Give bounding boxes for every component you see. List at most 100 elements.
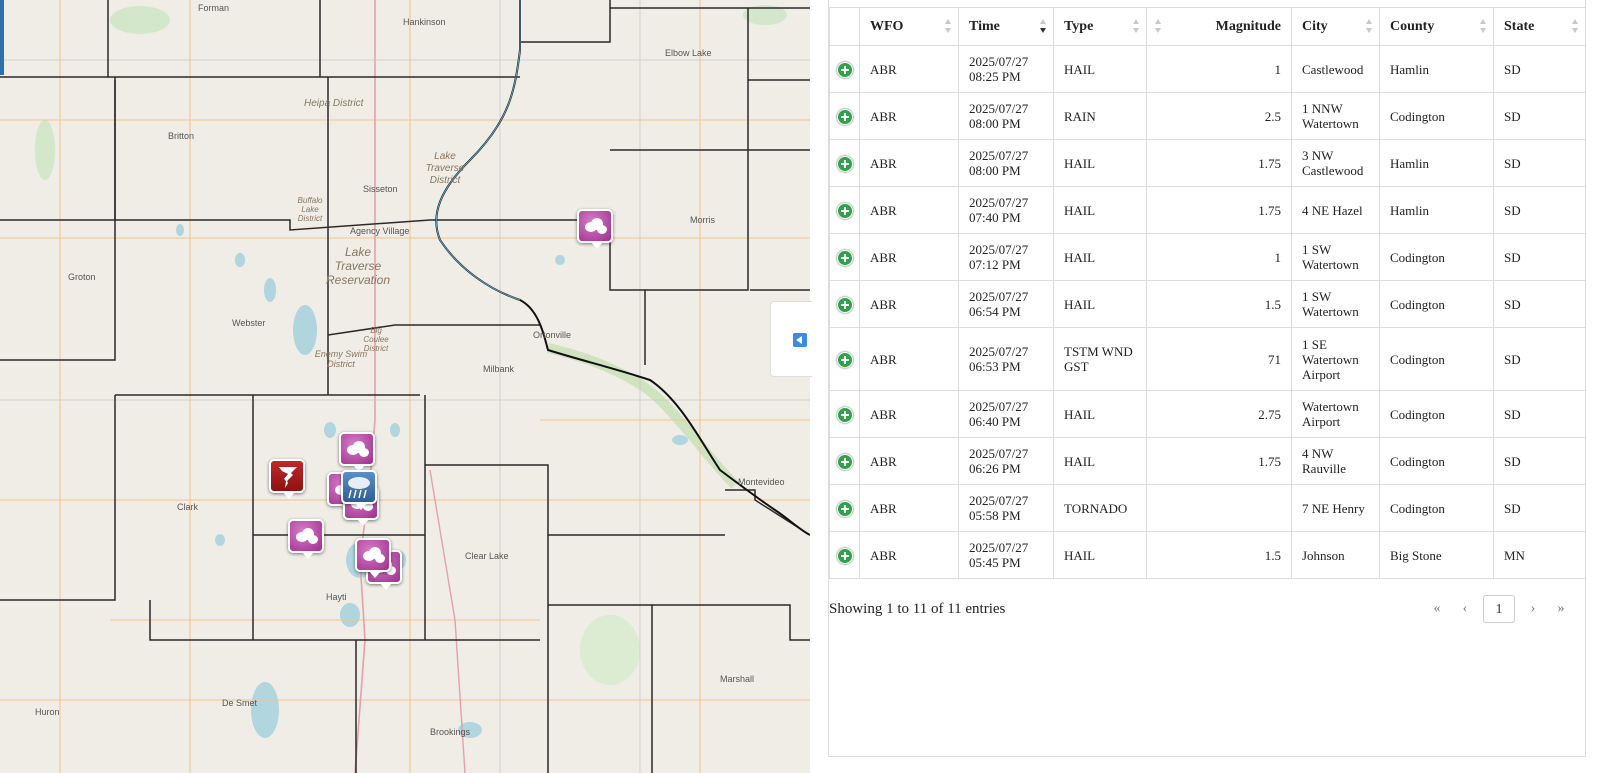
magnitude-cell: 1	[1146, 233, 1292, 281]
hail-report-marker[interactable]	[577, 209, 613, 249]
state-cell: SD	[1493, 92, 1586, 140]
previous-page-button[interactable]: ‹	[1451, 601, 1479, 617]
time-cell: 2025/07/27 06:26 PM	[958, 437, 1054, 485]
magnitude-cell: 2.5	[1146, 92, 1292, 140]
time-text: 05:58 PM	[969, 508, 1021, 523]
column-header-state[interactable]: State	[1493, 7, 1586, 46]
place-label: Forman	[198, 3, 230, 13]
expand-row-cell[interactable]	[829, 280, 860, 328]
column-header-time[interactable]: Time	[958, 7, 1054, 46]
plus-circle-icon[interactable]	[836, 202, 853, 219]
plus-circle-icon[interactable]	[836, 249, 853, 266]
plus-circle-icon[interactable]	[836, 547, 853, 564]
column-header-type[interactable]: Type	[1053, 7, 1147, 46]
hail-report-marker[interactable]	[355, 538, 391, 578]
map-view[interactable]: Forman Hankinson Elbow Lake Britton Siss…	[0, 0, 810, 773]
plus-circle-icon[interactable]	[836, 453, 853, 470]
plus-circle-icon[interactable]	[836, 108, 853, 125]
expand-row-cell[interactable]	[829, 484, 860, 532]
date-text: 2025/07/27	[969, 540, 1029, 555]
state-cell: SD	[1493, 280, 1586, 328]
rain-report-marker[interactable]	[341, 470, 377, 510]
expand-row-cell[interactable]	[829, 531, 860, 579]
last-page-button[interactable]: »	[1547, 601, 1575, 617]
table-row[interactable]: ABR 2025/07/27 06:54 PM HAIL 1.5 1 SW Waterto…	[829, 280, 1586, 328]
county-cell: Hamlin	[1379, 45, 1494, 93]
column-header-expand	[829, 7, 860, 46]
time-text: 08:25 PM	[969, 69, 1021, 84]
column-header-magnitude[interactable]: Magnitude	[1146, 7, 1292, 46]
magnitude-cell: 2.75	[1146, 390, 1292, 438]
plus-circle-icon[interactable]	[836, 351, 853, 368]
expand-row-cell[interactable]	[829, 186, 860, 234]
plus-circle-icon[interactable]	[836, 500, 853, 517]
plus-circle-icon[interactable]	[836, 296, 853, 313]
table-row[interactable]: ABR 2025/07/27 08:00 PM HAIL 1.75 3 NW Castle…	[829, 139, 1586, 187]
time-text: 06:40 PM	[969, 414, 1021, 429]
expand-row-cell[interactable]	[829, 233, 860, 281]
date-text: 2025/07/27	[969, 493, 1029, 508]
plus-circle-icon[interactable]	[836, 61, 853, 78]
table-header-row: WFO Time Type Magnitude City County Stat…	[829, 7, 1586, 46]
date-text: 2025/07/27	[969, 289, 1029, 304]
table-row[interactable]: ABR 2025/07/27 08:00 PM RAIN 2.5 1 NNW Watert…	[829, 92, 1586, 140]
time-text: 08:00 PM	[969, 163, 1021, 178]
city-cell: Johnson	[1291, 531, 1380, 579]
county-cell: Codington	[1379, 484, 1494, 532]
time-cell: 2025/07/27 07:12 PM	[958, 233, 1054, 281]
expand-row-cell[interactable]	[829, 92, 860, 140]
wfo-cell: ABR	[859, 92, 959, 140]
place-label: Huron	[35, 707, 60, 717]
place-label: Groton	[68, 272, 96, 282]
date-text: 2025/07/27	[969, 399, 1029, 414]
expand-row-cell[interactable]	[829, 390, 860, 438]
type-cell: HAIL	[1053, 139, 1147, 187]
county-cell: Hamlin	[1379, 186, 1494, 234]
hail-cloud-icon	[583, 217, 609, 235]
date-text: 2025/07/27	[969, 54, 1029, 69]
time-cell: 2025/07/27 07:40 PM	[958, 186, 1054, 234]
column-header-county[interactable]: County	[1379, 7, 1494, 46]
page-1-button[interactable]: 1	[1483, 595, 1515, 623]
expand-row-cell[interactable]	[829, 327, 860, 391]
hail-cloud-icon	[294, 527, 320, 545]
table-row[interactable]: ABR 2025/07/27 05:58 PM TORNADO 7 NE Henry Co…	[829, 484, 1586, 532]
panel-toggle-button[interactable]	[770, 301, 812, 377]
plus-circle-icon[interactable]	[836, 155, 853, 172]
table-row[interactable]: ABR 2025/07/27 05:45 PM HAIL 1.5 Johnson Big S…	[829, 531, 1586, 579]
table-row[interactable]: ABR 2025/07/27 07:12 PM HAIL 1 1 SW Watertown…	[829, 233, 1586, 281]
wfo-cell: ABR	[859, 437, 959, 485]
table-info-text: Showing 1 to 11 of 11 entries	[829, 601, 1006, 617]
type-cell: RAIN	[1053, 92, 1147, 140]
expand-row-cell[interactable]	[829, 45, 860, 93]
tornado-report-marker[interactable]	[269, 459, 305, 499]
date-text: 2025/07/27	[969, 148, 1029, 163]
table-body: ABR 2025/07/27 08:25 PM HAIL 1 Castlewood Haml…	[829, 45, 1586, 579]
plus-circle-icon[interactable]	[836, 406, 853, 423]
county-cell: Codington	[1379, 92, 1494, 140]
table-row[interactable]: ABR 2025/07/27 08:25 PM HAIL 1 Castlewood Haml…	[829, 45, 1586, 93]
first-page-button[interactable]: «	[1423, 601, 1451, 617]
hail-report-marker[interactable]	[339, 432, 375, 472]
state-cell: SD	[1493, 186, 1586, 234]
expand-row-cell[interactable]	[829, 139, 860, 187]
column-header-wfo[interactable]: WFO	[859, 7, 959, 46]
table-row[interactable]: ABR 2025/07/27 07:40 PM HAIL 1.75 4 NE Hazel H…	[829, 186, 1586, 234]
date-text: 2025/07/27	[969, 101, 1029, 116]
county-cell: Hamlin	[1379, 139, 1494, 187]
sort-icon	[1155, 19, 1162, 33]
table-row[interactable]: ABR 2025/07/27 06:53 PM TSTM WND GST 71 1 SE …	[829, 327, 1586, 391]
table-row[interactable]: ABR 2025/07/27 06:40 PM HAIL 2.75 Watertown A…	[829, 390, 1586, 438]
area-label: Heipa District	[304, 98, 364, 109]
next-page-button[interactable]: ›	[1519, 601, 1547, 617]
hail-cloud-icon	[361, 546, 387, 564]
county-cell: Codington	[1379, 437, 1494, 485]
column-header-city[interactable]: City	[1291, 7, 1380, 46]
county-cell: Big Stone	[1379, 531, 1494, 579]
sort-icon	[945, 19, 952, 33]
time-text: 07:40 PM	[969, 210, 1021, 225]
hail-report-marker[interactable]	[288, 519, 324, 559]
table-row[interactable]: ABR 2025/07/27 06:26 PM HAIL 1.75 4 NW Rauvil…	[829, 437, 1586, 485]
expand-row-cell[interactable]	[829, 437, 860, 485]
place-label: Morris	[690, 215, 715, 225]
